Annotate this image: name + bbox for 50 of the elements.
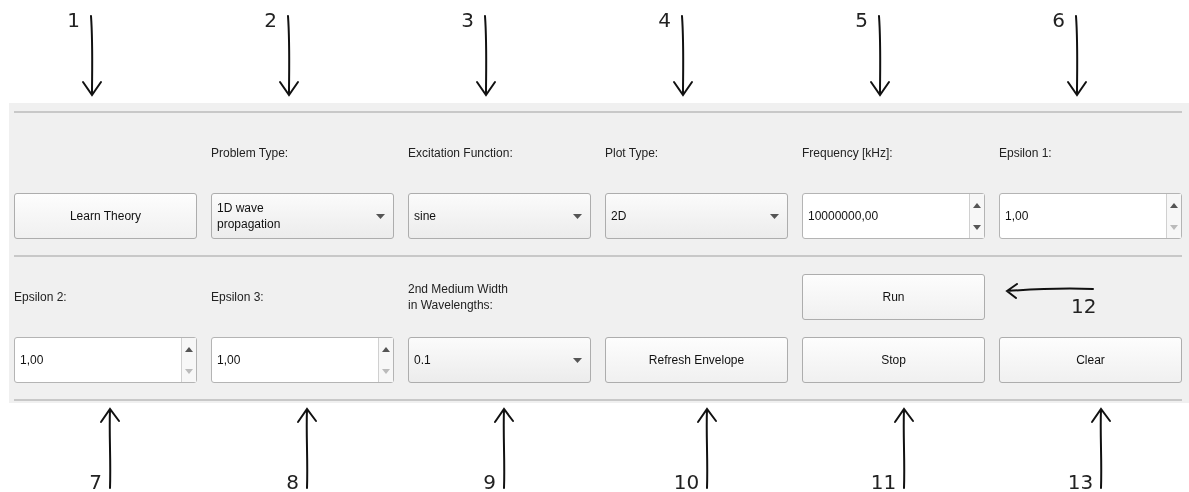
field-label: 2nd Medium Width in Wavelengths: bbox=[408, 281, 509, 313]
spin-up-icon[interactable] bbox=[185, 346, 193, 352]
action-button[interactable]: Learn Theory bbox=[14, 193, 197, 239]
field-label: Epsilon 2: bbox=[14, 289, 67, 305]
action-button[interactable]: Clear bbox=[999, 337, 1182, 383]
annotation-number: 5 bbox=[855, 8, 868, 32]
annotation-number: 10 bbox=[673, 470, 700, 492]
left-arrow-icon bbox=[1005, 283, 1095, 299]
dropdown[interactable]: 2D bbox=[605, 193, 788, 239]
field-label: Plot Type: bbox=[605, 145, 659, 161]
annotation-number: 6 bbox=[1052, 8, 1065, 32]
annotation-number: 12 bbox=[1071, 294, 1097, 318]
caret-icon bbox=[376, 213, 385, 219]
dropdown[interactable]: 0.1 bbox=[408, 337, 591, 383]
spin-up-icon[interactable] bbox=[973, 202, 981, 208]
caret-icon bbox=[573, 357, 582, 363]
field-label: Epsilon 1: bbox=[999, 145, 1052, 161]
annotation-number: 4 bbox=[658, 8, 671, 32]
number-spinner[interactable]: 1,00 bbox=[14, 337, 197, 383]
down-arrow-icon bbox=[867, 14, 892, 98]
down-arrow-icon bbox=[670, 14, 695, 98]
annotation-number: 1 bbox=[67, 8, 80, 32]
spin-up-icon[interactable] bbox=[1170, 202, 1178, 208]
down-arrow-icon bbox=[473, 14, 498, 98]
field-label: Frequency [kHz]: bbox=[802, 145, 893, 161]
annotation-number: 13 bbox=[1067, 470, 1094, 492]
spin-up-icon[interactable] bbox=[382, 346, 390, 352]
number-spinner[interactable]: 10000000,00 bbox=[802, 193, 985, 239]
action-button[interactable]: Refresh Envelope bbox=[605, 337, 788, 383]
down-arrow-icon bbox=[79, 14, 104, 98]
number-spinner[interactable]: 1,00 bbox=[211, 337, 394, 383]
annotation-number: 7 bbox=[89, 470, 102, 492]
annotation-number: 11 bbox=[870, 470, 897, 492]
dropdown[interactable]: sine bbox=[408, 193, 591, 239]
annotation-number: 2 bbox=[264, 8, 277, 32]
number-spinner[interactable]: 1,00 bbox=[999, 193, 1182, 239]
annotation-number: 3 bbox=[461, 8, 474, 32]
field-label: Excitation Function: bbox=[408, 145, 513, 161]
caret-icon bbox=[573, 213, 582, 219]
field-label: Epsilon 3: bbox=[211, 289, 264, 305]
action-button[interactable]: Stop bbox=[802, 337, 985, 383]
run-button[interactable]: Run bbox=[802, 274, 985, 320]
down-arrow-icon bbox=[1064, 14, 1089, 98]
spin-down-icon[interactable] bbox=[973, 224, 981, 230]
down-arrow-icon bbox=[276, 14, 301, 98]
field-label: Problem Type: bbox=[211, 145, 289, 161]
annotation-number: 8 bbox=[286, 470, 299, 492]
caret-icon bbox=[770, 213, 779, 219]
dropdown[interactable]: 1D wave propagation bbox=[211, 193, 394, 239]
annotation-number: 9 bbox=[483, 470, 496, 492]
